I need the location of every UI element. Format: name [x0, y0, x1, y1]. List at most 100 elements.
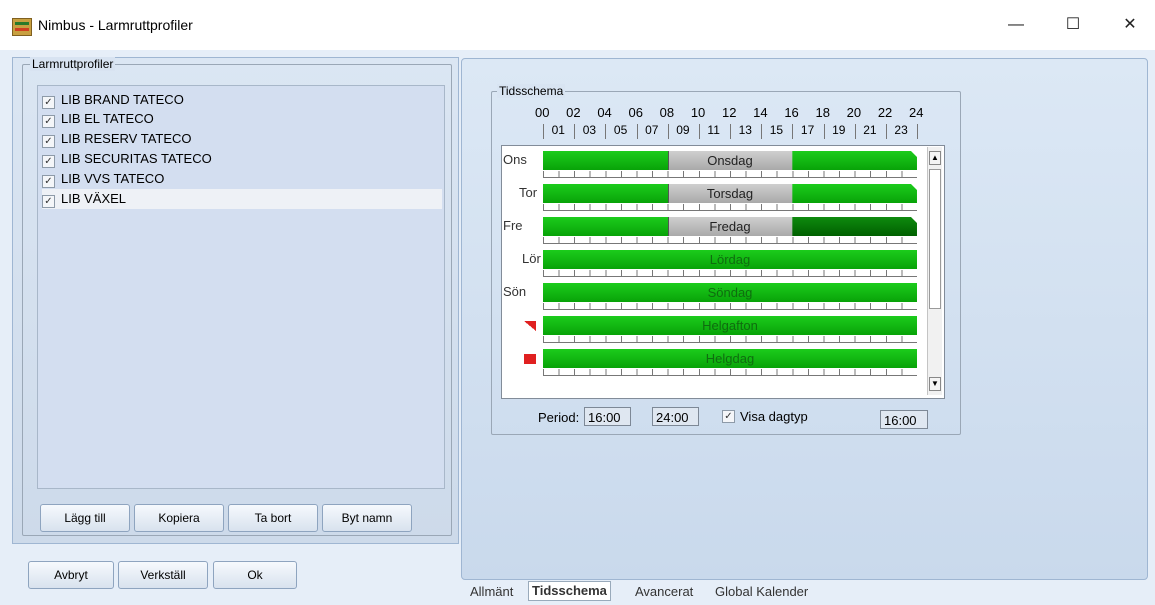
row-label: Fre [503, 218, 523, 233]
row-label: Tor [519, 185, 538, 200]
tab-advanced[interactable]: Avancerat [635, 583, 693, 601]
current-time-field: 16:00 [880, 410, 928, 429]
hour-separator [885, 124, 887, 139]
hour-separator [667, 124, 669, 139]
ok-button[interactable]: Ok [213, 561, 297, 589]
hour-ticks [543, 204, 917, 211]
list-item-label: LIB EL TATECO [61, 111, 154, 126]
schedule-bar[interactable] [543, 151, 668, 170]
list-item[interactable]: ✓ LIB VVS TATECO [42, 169, 442, 189]
hour-separator [854, 124, 856, 139]
list-item-label: LIB SECURITAS TATECO [61, 151, 212, 166]
hour-separator [730, 124, 731, 139]
checkbox[interactable]: ✓ [42, 135, 55, 148]
hour-separator [574, 124, 576, 139]
schedule-bar[interactable] [792, 151, 917, 170]
apply-button[interactable]: Verkställ [118, 561, 208, 589]
list-item-label: LIB VÄXEL [61, 191, 127, 206]
list-item[interactable]: ✓ LIB BRAND TATECO [42, 90, 442, 110]
hour-label: 16 [784, 105, 799, 120]
row-label: Sön [503, 284, 527, 299]
hour-label: 07 [645, 123, 659, 137]
tab-general[interactable]: Allmänt [470, 583, 513, 601]
day-type-label: Fredag [709, 219, 751, 234]
hour-label: 04 [597, 105, 612, 120]
hour-separator [792, 124, 794, 139]
hour-label: 13 [738, 123, 752, 137]
period-start-field[interactable]: 16:00 [584, 407, 631, 426]
hour-separator [761, 124, 763, 139]
hour-label: 11 [707, 123, 720, 137]
minimize-button[interactable]: — [996, 12, 1036, 38]
hour-label: 24 [909, 105, 924, 120]
hour-label: 17 [800, 123, 815, 137]
day-type-label: Onsdag [707, 153, 753, 168]
hour-label: 18 [815, 105, 830, 120]
hour-separator [605, 124, 607, 139]
show-daytype-checkbox[interactable]: ✓ [722, 410, 735, 423]
show-daytype-label: Visa dagtyp [740, 409, 808, 424]
hour-label: 03 [582, 123, 597, 137]
tab-bar: Allmänt Tidsschema Avancerat Global Kale… [470, 581, 870, 603]
scroll-thumb[interactable] [929, 169, 941, 309]
add-button[interactable]: Lägg till [40, 504, 130, 532]
period-end-field[interactable]: 24:00 [652, 407, 699, 426]
list-item-label: LIB VVS TATECO [61, 171, 165, 186]
hour-label: 00 [535, 105, 550, 120]
list-item[interactable]: ✓ LIB RESERV TATECO [42, 129, 442, 149]
holiday-eve-flag-icon [524, 321, 536, 331]
schedule-bar[interactable] [792, 184, 917, 203]
maximize-button[interactable]: ☐ [1053, 12, 1093, 38]
window-title: Nimbus - Larmruttprofiler [38, 17, 193, 33]
remove-button[interactable]: Ta bort [228, 504, 318, 532]
row-label: Ons [503, 152, 527, 167]
rename-button[interactable]: Byt namn [322, 504, 412, 532]
hour-separator [823, 124, 825, 139]
hour-ticks [543, 270, 917, 277]
list-item-label: LIB RESERV TATECO [61, 131, 192, 146]
schedule-bar[interactable] [792, 217, 917, 236]
day-type-label: Söndag [707, 285, 753, 300]
list-item[interactable]: ✓ LIB SECURITAS TATECO [42, 149, 442, 169]
close-button[interactable]: ✕ [1110, 12, 1150, 38]
hour-label: 06 [628, 105, 643, 120]
tab-global-calendar[interactable]: Global Kalender [715, 583, 808, 601]
hour-label: 01 [551, 123, 565, 137]
hour-label: 19 [832, 123, 846, 137]
period-label: Period: [538, 410, 580, 425]
checkbox[interactable]: ✓ [42, 175, 55, 188]
list-item-selected[interactable]: ✓ LIB VÄXEL [42, 189, 442, 209]
title-bar: Nimbus - Larmruttprofiler — ☐ ✕ [0, 0, 1155, 50]
row-label: Lör [522, 251, 541, 266]
hour-separator [917, 124, 918, 139]
checkbox[interactable]: ✓ [42, 115, 55, 128]
hour-label: 23 [894, 123, 908, 137]
list-item-label: LIB BRAND TATECO [61, 92, 184, 107]
checkbox[interactable]: ✓ [42, 155, 55, 168]
hour-label: 14 [753, 105, 768, 120]
scroll-down-icon[interactable]: ▼ [929, 377, 941, 391]
hour-label: 21 [863, 123, 877, 137]
app-icon [12, 18, 32, 36]
cancel-button[interactable]: Avbryt [28, 561, 114, 589]
copy-button[interactable]: Kopiera [134, 504, 224, 532]
hour-ticks [543, 237, 917, 244]
day-type-label: Helgdag [705, 351, 755, 366]
schedule-group-title: Tidsschema [497, 84, 566, 98]
holiday-flag-icon [524, 354, 536, 364]
checkbox[interactable]: ✓ [42, 195, 55, 208]
scroll-up-icon[interactable]: ▲ [929, 151, 941, 165]
list-item[interactable]: ✓ LIB EL TATECO [42, 109, 442, 129]
hour-ticks [543, 336, 917, 343]
hour-ticks [543, 171, 917, 178]
vertical-scrollbar[interactable]: ▲ ▼ [927, 147, 942, 395]
hour-label: 02 [566, 105, 581, 120]
schedule-bar[interactable] [543, 184, 668, 203]
tab-schedule[interactable]: Tidsschema [528, 581, 611, 601]
schedule-bar[interactable] [543, 217, 668, 236]
hour-label: 22 [877, 105, 893, 120]
profiles-list[interactable]: ✓ LIB BRAND TATECO ✓ LIB EL TATECO ✓ LIB RE… [37, 85, 445, 489]
day-type-label: Lördag [709, 252, 751, 267]
hour-label: 10 [690, 105, 706, 120]
checkbox[interactable]: ✓ [42, 96, 55, 109]
